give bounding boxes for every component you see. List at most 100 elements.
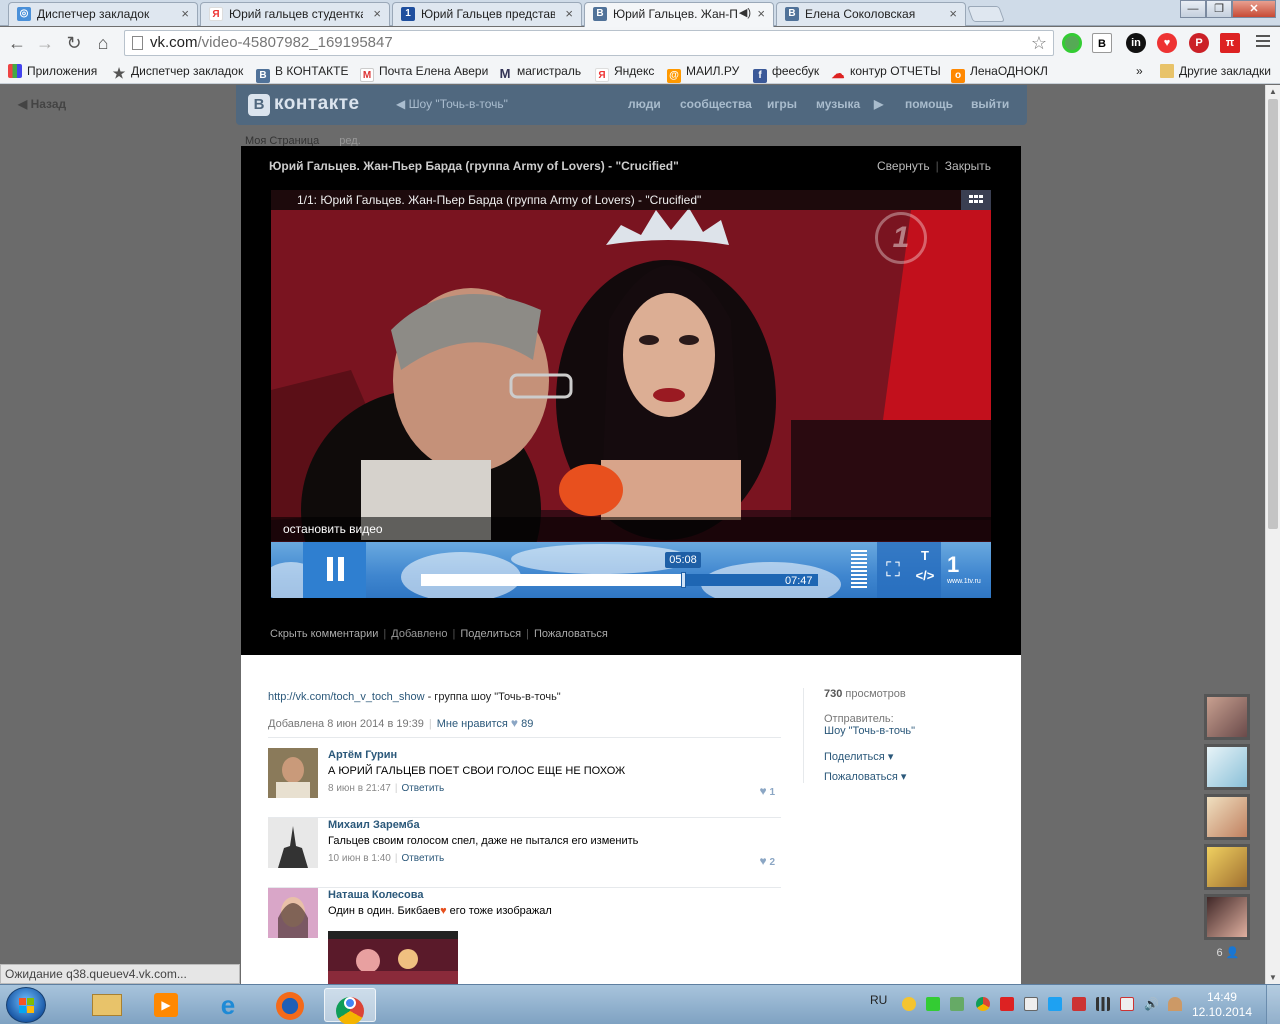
close-icon[interactable]: × xyxy=(181,6,189,21)
comment-like[interactable]: ♥ 1 xyxy=(760,784,775,798)
reload-icon[interactable]: ↻ xyxy=(63,33,85,53)
maximize-button[interactable]: ❐ xyxy=(1206,0,1232,18)
bookmark-facebook[interactable]: f феесбук xyxy=(753,64,819,83)
tab-channel-one[interactable]: 1 Юрий Гальцев представи × xyxy=(392,2,582,26)
nav-communities[interactable]: сообщества xyxy=(680,97,752,111)
address-bar[interactable]: vk.com/video-45807982_169195847 ☆ xyxy=(124,30,1054,56)
tray-adobe-icon[interactable] xyxy=(1000,997,1014,1011)
seek-bar[interactable] xyxy=(421,572,818,588)
nav-arrow-icon[interactable]: ▶ xyxy=(874,97,883,111)
system-clock[interactable]: 14:49 12.10.2014 xyxy=(1192,990,1252,1020)
embed-code-icon[interactable]: </> xyxy=(909,568,941,583)
internet-explorer-icon[interactable]: e xyxy=(202,988,254,1022)
viewer-avatar[interactable] xyxy=(1204,794,1250,840)
viewers-count[interactable]: 6 👤 xyxy=(1203,946,1253,959)
bookmark-kontur[interactable]: ☁ контур ОТЧЕТЫ xyxy=(831,64,941,81)
chrome-menu-icon[interactable] xyxy=(1256,35,1270,50)
nav-music[interactable]: музыка xyxy=(816,97,860,111)
more-bookmarks-button[interactable]: » xyxy=(1136,64,1143,78)
close-icon[interactable]: × xyxy=(757,6,765,21)
show-desktop-button[interactable] xyxy=(1266,985,1280,1024)
tray-app-icon[interactable] xyxy=(902,997,916,1011)
firefox-icon[interactable] xyxy=(264,988,316,1022)
group-link[interactable]: http://vk.com/toch_v_toch_show xyxy=(268,691,425,703)
nav-help[interactable]: помощь xyxy=(905,97,953,111)
language-indicator[interactable]: RU xyxy=(870,993,887,1007)
viewer-avatar[interactable] xyxy=(1204,844,1250,890)
bookmark-yandex[interactable]: Я Яндекс xyxy=(595,64,654,82)
bookmark-manager[interactable]: ★ Диспетчер закладок xyxy=(112,64,243,80)
bookmark-mailru[interactable]: @ МАИЛ.РУ xyxy=(667,64,739,83)
bookmark-vk[interactable]: BВ КОНТАКТЕ xyxy=(256,64,348,83)
pause-button[interactable] xyxy=(303,542,366,598)
stop-video-bar[interactable]: остановить видео xyxy=(271,517,991,541)
page-scrollbar[interactable]: ▲ ▼ xyxy=(1265,85,1280,984)
tray-app-icon[interactable] xyxy=(950,997,964,1011)
home-icon[interactable]: ⌂ xyxy=(92,33,114,53)
channel-one-logo-icon[interactable]: 1 xyxy=(947,552,959,578)
comment-author[interactable]: Наташа Колесова xyxy=(328,889,423,901)
viewer-avatar[interactable] xyxy=(1204,744,1250,790)
bookmark-mail[interactable]: M Почта Елена Авери xyxy=(360,64,488,82)
bookmark-magistral[interactable]: Mмагистраль xyxy=(498,64,582,81)
other-bookmarks[interactable]: Другие закладки xyxy=(1160,64,1271,78)
scroll-up-icon[interactable]: ▲ xyxy=(1269,87,1277,96)
like-button[interactable]: Мне нравится ♥ 89 xyxy=(437,716,534,730)
vk-logo-icon[interactable]: B xyxy=(248,94,270,116)
tray-app-icon[interactable] xyxy=(1120,997,1134,1011)
nav-people[interactable]: люди xyxy=(628,97,661,111)
back-arrow-icon[interactable]: ← xyxy=(6,33,28,53)
reply-link[interactable]: Ответить xyxy=(401,783,444,794)
volume-control[interactable] xyxy=(851,550,867,590)
minimize-button[interactable]: — xyxy=(1180,0,1206,18)
avatar[interactable] xyxy=(268,748,318,798)
comment-attachment-image[interactable] xyxy=(328,931,458,984)
extension-green-icon[interactable] xyxy=(1062,33,1082,53)
video-player[interactable]: 1/1: Юрий Гальцев. Жан-Пьер Барда (групп… xyxy=(271,190,991,598)
tab-elena[interactable]: B Елена Соколовская × xyxy=(776,2,966,26)
avatar[interactable] xyxy=(268,888,318,938)
bookmark-apps[interactable]: Приложения xyxy=(8,64,97,78)
new-tab-button[interactable] xyxy=(967,6,1005,22)
bookmark-star-icon[interactable]: ☆ xyxy=(1031,33,1047,54)
bookmark-ok[interactable]: o ЛенаОДНОКЛ xyxy=(951,64,1048,83)
report-dropdown[interactable]: Пожаловаться ▾ xyxy=(824,770,1003,783)
tray-app-icon[interactable] xyxy=(1072,997,1086,1011)
comment-like[interactable]: ♥ 2 xyxy=(760,854,775,868)
back-link[interactable]: ◀ Назад xyxy=(18,97,66,111)
close-link[interactable]: Закрыть xyxy=(945,159,991,173)
seek-handle[interactable] xyxy=(681,572,687,588)
scroll-thumb[interactable] xyxy=(1268,99,1278,529)
pinterest-icon[interactable]: P xyxy=(1189,33,1209,53)
vk-logo-text[interactable]: контакте xyxy=(274,93,360,115)
text-icon[interactable]: T xyxy=(909,548,941,563)
tray-z-icon[interactable] xyxy=(1048,997,1062,1011)
header-show-link[interactable]: ◀ Шоу "Точь-в-точь" xyxy=(396,97,508,111)
collapse-link[interactable]: Свернуть xyxy=(877,159,930,173)
tray-android-icon[interactable] xyxy=(926,997,940,1011)
fullscreen-icon[interactable]: ⛶ xyxy=(877,542,909,598)
nav-games[interactable]: игры xyxy=(767,97,797,111)
chrome-icon[interactable] xyxy=(324,988,376,1024)
text-embed-buttons[interactable]: T </> xyxy=(909,542,941,598)
extension-b-icon[interactable]: B xyxy=(1092,33,1112,53)
sender-link[interactable]: Шоу "Точь-в-точь" xyxy=(824,725,1003,737)
extension-linkedin-icon[interactable]: in xyxy=(1126,33,1146,53)
explorer-icon[interactable] xyxy=(80,988,132,1022)
reply-link[interactable]: Ответить xyxy=(401,853,444,864)
tray-app-icon[interactable] xyxy=(1024,997,1038,1011)
share-dropdown[interactable]: Поделиться ▾ xyxy=(824,750,1003,763)
nav-logout[interactable]: выйти xyxy=(971,97,1009,111)
hide-comments-link[interactable]: Скрыть комментарии xyxy=(270,628,378,640)
scroll-down-icon[interactable]: ▼ xyxy=(1269,973,1277,982)
tab-vk-video-active[interactable]: B Юрий Гальцев. Жан-П ◀) × xyxy=(584,2,774,27)
tray-chrome-icon[interactable] xyxy=(976,997,990,1011)
tab-yandex-search[interactable]: Я Юрий гальцев студентка × xyxy=(200,2,390,26)
comment-author[interactable]: Михаил Заремба xyxy=(328,819,420,831)
media-player-icon[interactable]: ▶ xyxy=(140,988,192,1022)
tab-bookmark-manager[interactable]: ◎ Диспетчер закладок × xyxy=(8,2,198,26)
avatar[interactable] xyxy=(268,818,318,868)
share-link[interactable]: Поделиться xyxy=(460,628,521,640)
viewer-avatar[interactable] xyxy=(1204,894,1250,940)
tray-app-icon[interactable] xyxy=(1168,997,1182,1011)
